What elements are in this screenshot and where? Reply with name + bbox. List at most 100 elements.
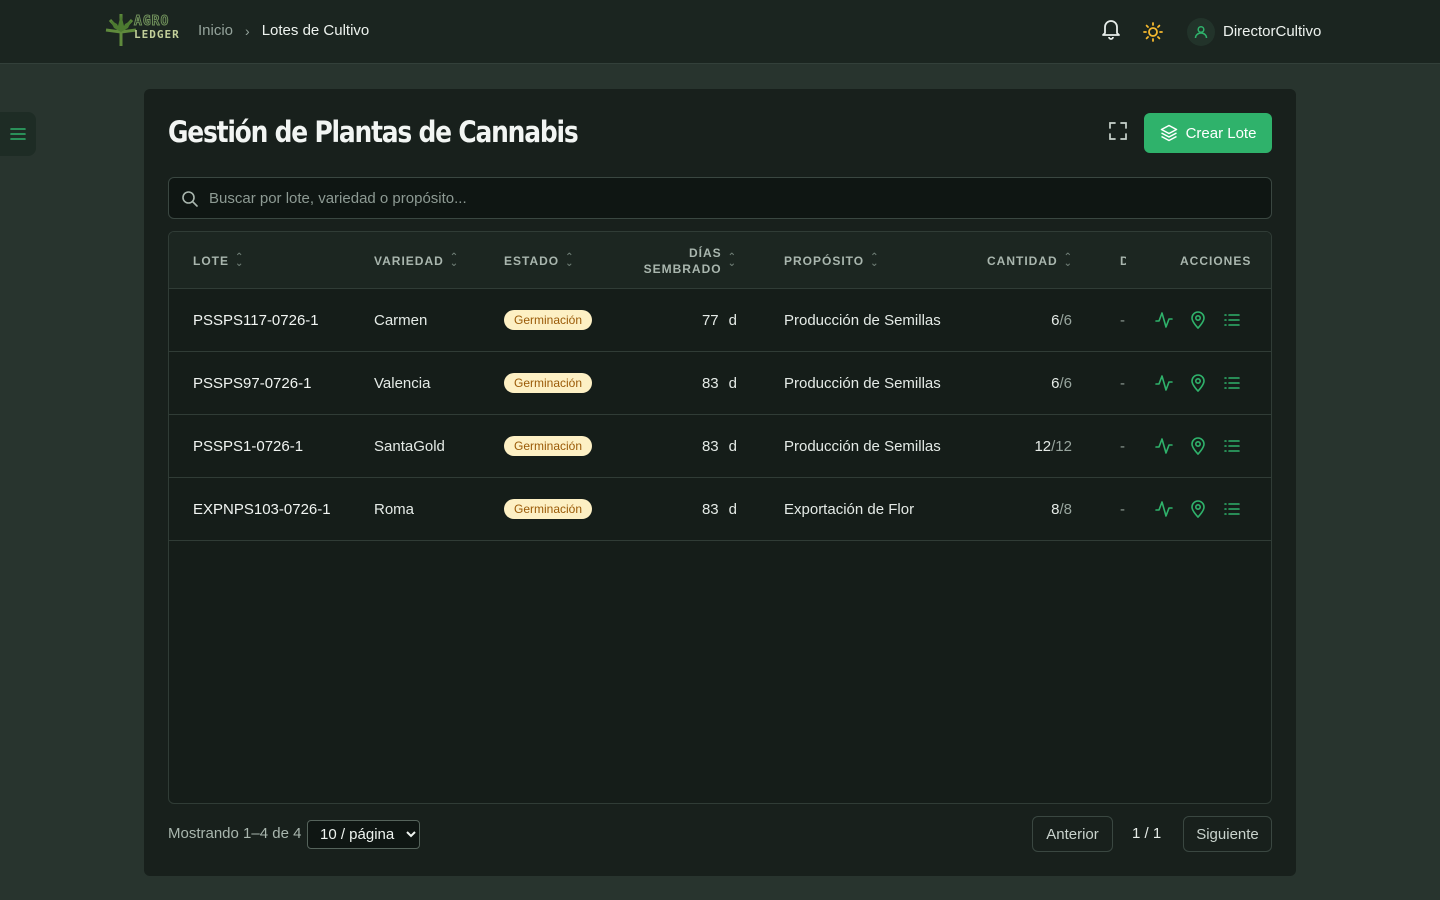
cell-dias-sembrado: 83 d <box>639 415 737 477</box>
cannabis-leaf-icon <box>105 14 137 46</box>
table-row[interactable]: EXPNPS103-0726-1 Roma Germinación 83 d E… <box>169 478 1271 541</box>
cell-estado: Germinación <box>504 415 593 477</box>
previous-page-button[interactable]: Anterior <box>1032 816 1113 852</box>
user-icon <box>1194 25 1208 39</box>
cantidad-total: /8 <box>1059 500 1072 518</box>
dias-value: 83 <box>701 500 719 518</box>
sort-icon: ⌃ ⌄ <box>449 251 460 269</box>
user-avatar[interactable] <box>1187 18 1215 46</box>
user-name[interactable]: DirectorCultivo <box>1223 23 1321 40</box>
list-icon[interactable] <box>1222 499 1242 519</box>
cell-lote: PSSPS1-0726-1 <box>193 437 304 455</box>
dias-value: 83 <box>701 437 719 455</box>
column-header-dias-sembrado[interactable]: DÍAS SEMBRADO ⌃ ⌄ <box>639 232 737 289</box>
dias-unit: d <box>728 500 737 518</box>
cell-estado: Germinación <box>504 352 593 414</box>
sort-icon: ⌃ ⌄ <box>727 251 737 269</box>
cantidad-value: 8 <box>1051 500 1060 518</box>
list-icon[interactable] <box>1222 373 1242 393</box>
sort-icon: ⌃ ⌄ <box>235 251 245 269</box>
bell-icon[interactable] <box>1101 18 1121 40</box>
app-logo[interactable]: AGRO LEDGER <box>104 12 188 52</box>
map-pin-icon[interactable] <box>1188 436 1208 456</box>
activity-icon[interactable] <box>1154 436 1174 456</box>
cell-d: - <box>1120 311 1125 329</box>
activity-icon[interactable] <box>1154 373 1174 393</box>
cell-dias-sembrado: 83 d <box>639 352 737 414</box>
cell-proposito: Producción de Semillas <box>784 437 941 455</box>
map-pin-icon[interactable] <box>1188 373 1208 393</box>
dias-unit: d <box>728 311 737 329</box>
search-input[interactable] <box>209 178 1249 218</box>
cell-acciones <box>1154 478 1242 540</box>
dias-unit: d <box>728 374 737 392</box>
column-header-estado-label: ESTADO <box>504 253 560 268</box>
cantidad-total: /6 <box>1059 374 1072 392</box>
cell-dias-sembrado: 83 d <box>639 478 737 540</box>
list-icon[interactable] <box>1222 436 1242 456</box>
dias-value: 83 <box>701 374 719 392</box>
cell-variedad: Carmen <box>374 311 428 329</box>
cell-variedad: Valencia <box>374 374 431 392</box>
column-header-acciones: ACCIONES <box>1180 232 1251 289</box>
search-icon <box>182 191 198 207</box>
main-card: Gestión de Plantas de Cannabis Crear Lot… <box>144 89 1296 876</box>
list-icon[interactable] <box>1222 310 1242 330</box>
sun-icon[interactable] <box>1143 22 1163 42</box>
layers-icon <box>1160 124 1177 142</box>
top-bar: AGRO LEDGER Inicio › Lotes de Cultivo Di… <box>0 0 1440 64</box>
status-badge: Germinación <box>504 436 593 456</box>
cell-lote: PSSPS97-0726-1 <box>193 374 312 392</box>
activity-icon[interactable] <box>1154 310 1174 330</box>
cell-proposito: Producción de Semillas <box>784 311 941 329</box>
column-header-proposito[interactable]: PROPÓSITO ⌃ ⌄ <box>784 232 880 289</box>
cantidad-value: 12 <box>1034 437 1052 455</box>
column-header-lote-label: LOTE <box>193 253 229 268</box>
table-row[interactable]: PSSPS1-0726-1 SantaGold Germinación 83 d… <box>169 415 1271 478</box>
column-header-d-label: D <box>1120 254 1126 268</box>
column-header-estado[interactable]: ESTADO ⌃ ⌄ <box>504 232 575 289</box>
sort-icon: ⌃ ⌄ <box>1063 251 1074 269</box>
sidebar-toggle-button[interactable] <box>0 112 36 156</box>
breadcrumb: Inicio › Lotes de Cultivo <box>198 22 369 39</box>
map-pin-icon[interactable] <box>1188 499 1208 519</box>
breadcrumb-separator: › <box>245 22 250 39</box>
cell-d: - <box>1120 437 1125 455</box>
cantidad-total: /6 <box>1059 311 1072 329</box>
breadcrumb-home-link[interactable]: Inicio <box>198 22 233 39</box>
column-header-d[interactable]: D <box>1120 232 1126 289</box>
column-header-dias-line2: SEMBRADO <box>643 261 722 276</box>
cell-acciones <box>1154 289 1242 351</box>
column-header-lote[interactable]: LOTE ⌃ ⌄ <box>193 232 244 289</box>
fullscreen-icon[interactable] <box>1108 121 1128 141</box>
column-header-cantidad[interactable]: CANTIDAD ⌃ ⌄ <box>987 232 1073 289</box>
cantidad-total: /12 <box>1051 437 1072 455</box>
lotes-table: LOTE ⌃ ⌄ VARIEDAD ⌃ ⌄ ESTADO ⌃ ⌄ DÍAS SEMBR… <box>168 231 1272 804</box>
next-page-button[interactable]: Siguiente <box>1183 816 1272 852</box>
cell-variedad: SantaGold <box>374 437 445 455</box>
status-badge: Germinación <box>504 310 593 330</box>
column-header-variedad-label: VARIEDAD <box>374 253 444 268</box>
map-pin-icon[interactable] <box>1188 310 1208 330</box>
dias-value: 77 <box>701 311 719 329</box>
activity-icon[interactable] <box>1154 499 1174 519</box>
page-size-select[interactable]: 10 / página <box>307 820 420 849</box>
page-title: Gestión de Plantas de Cannabis <box>168 115 579 149</box>
table-row[interactable]: PSSPS117-0726-1 Carmen Germinación 77 d … <box>169 289 1271 352</box>
status-badge: Germinación <box>504 373 593 393</box>
table-row[interactable]: PSSPS97-0726-1 Valencia Germinación 83 d… <box>169 352 1271 415</box>
page-indicator: 1 / 1 <box>1132 825 1162 842</box>
create-lote-button[interactable]: Crear Lote <box>1144 113 1272 153</box>
pagination-summary: Mostrando 1–4 de 4 <box>168 825 302 842</box>
cell-cantidad: 6 /6 <box>999 352 1072 414</box>
cantidad-value: 6 <box>1051 311 1060 329</box>
cell-cantidad: 6 /6 <box>999 289 1072 351</box>
cell-lote: EXPNPS103-0726-1 <box>193 500 331 518</box>
cell-dias-sembrado: 77 d <box>639 289 737 351</box>
cell-d: - <box>1120 500 1125 518</box>
cell-d: - <box>1120 374 1125 392</box>
status-badge: Germinación <box>504 499 593 519</box>
column-header-variedad[interactable]: VARIEDAD ⌃ ⌄ <box>374 232 459 289</box>
cell-proposito: Producción de Semillas <box>784 374 941 392</box>
sort-icon: ⌃ ⌄ <box>870 251 880 269</box>
